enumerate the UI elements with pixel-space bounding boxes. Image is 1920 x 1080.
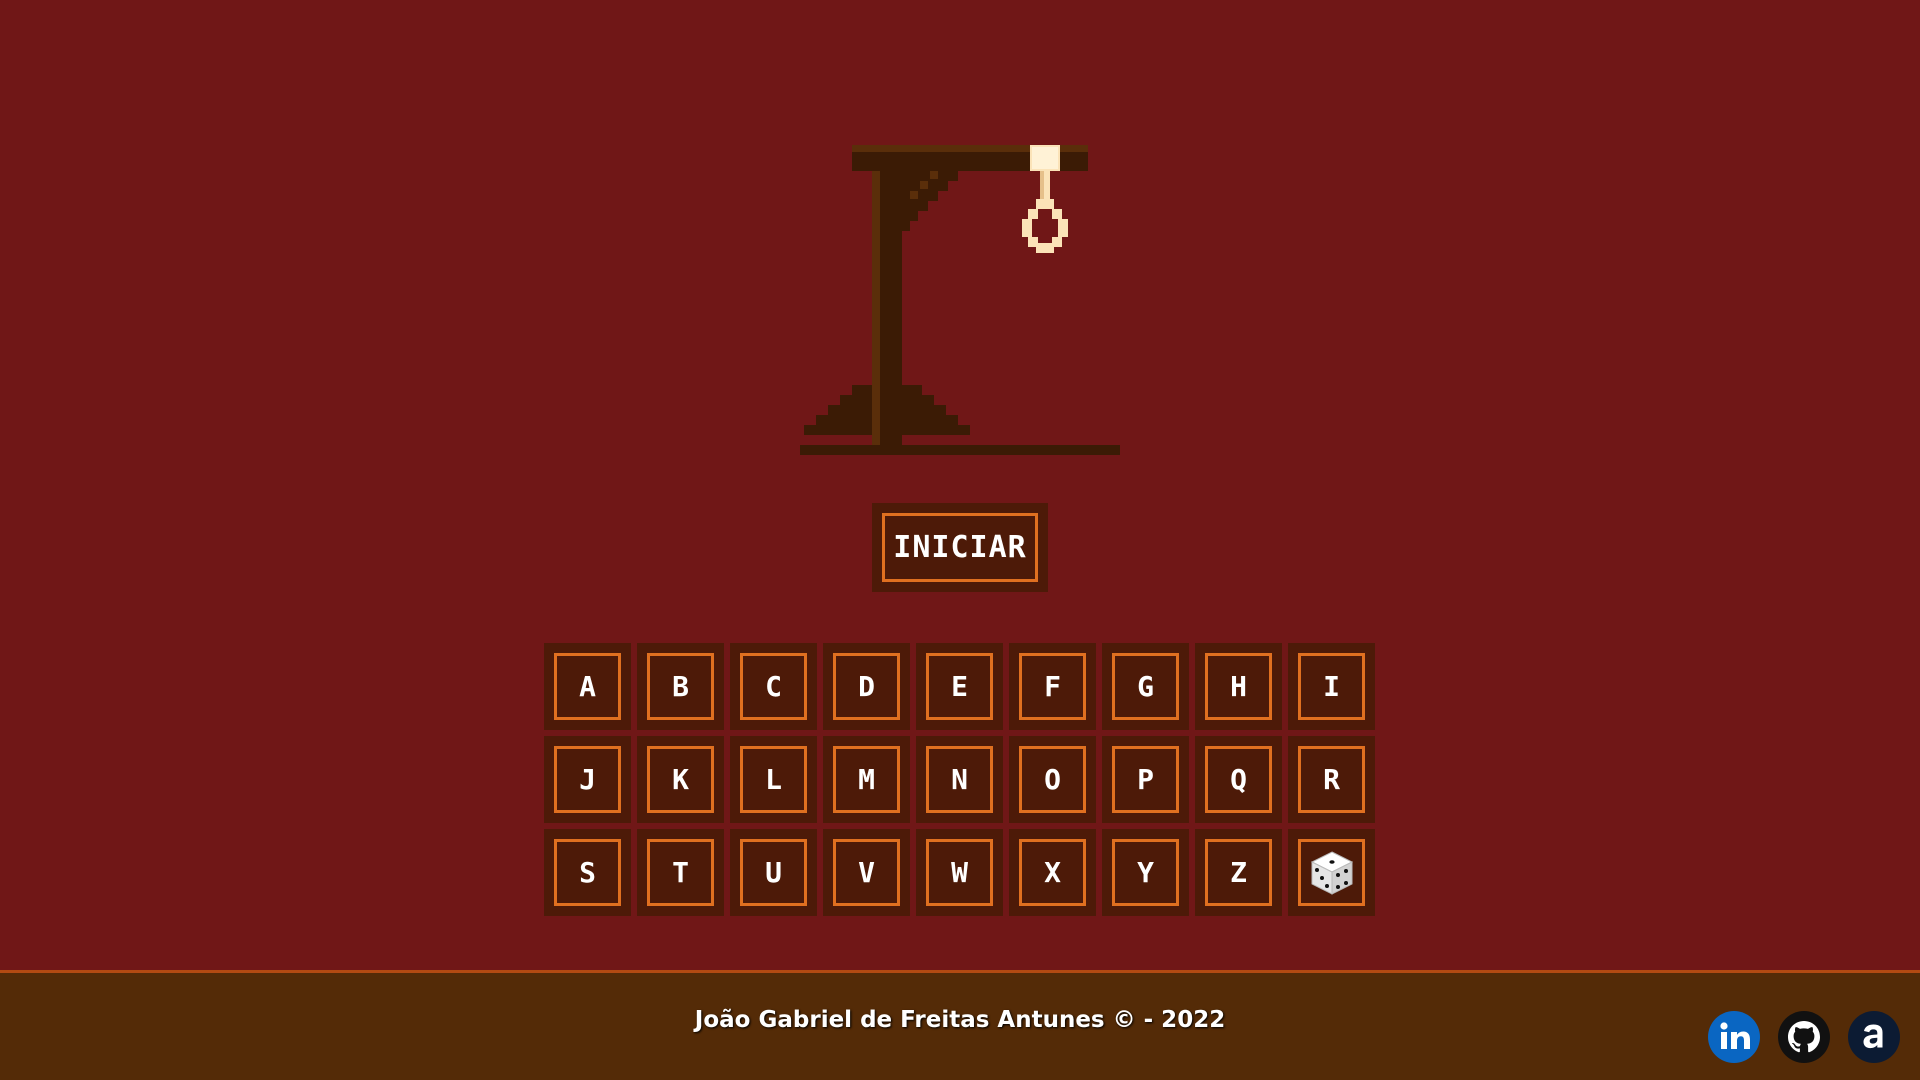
key-label: P <box>1112 746 1179 813</box>
key-label: B <box>647 653 714 720</box>
key-label: R <box>1298 746 1365 813</box>
key-p[interactable]: P <box>1102 736 1189 823</box>
random-letter-button[interactable] <box>1288 829 1375 916</box>
key-a[interactable]: A <box>544 643 631 730</box>
key-label: V <box>833 839 900 906</box>
key-label: H <box>1205 653 1272 720</box>
key-x[interactable]: X <box>1009 829 1096 916</box>
key-h[interactable]: H <box>1195 643 1282 730</box>
key-label: T <box>647 839 714 906</box>
key-f[interactable]: F <box>1009 643 1096 730</box>
key-label: D <box>833 653 900 720</box>
key-g[interactable]: G <box>1102 643 1189 730</box>
key-z[interactable]: Z <box>1195 829 1282 916</box>
github-icon <box>1778 1011 1830 1063</box>
key-q[interactable]: Q <box>1195 736 1282 823</box>
linkedin-icon <box>1708 1011 1760 1063</box>
key-label: L <box>740 746 807 813</box>
hangman-app: INICIAR A B C D E F G H I J K L M N O P … <box>0 0 1920 1080</box>
key-label: F <box>1019 653 1086 720</box>
amazon-link[interactable] <box>1848 1011 1900 1063</box>
key-label: X <box>1019 839 1086 906</box>
key-label: G <box>1112 653 1179 720</box>
key-r[interactable]: R <box>1288 736 1375 823</box>
key-label: E <box>926 653 993 720</box>
key-label: Y <box>1112 839 1179 906</box>
footer: João Gabriel de Freitas Antunes © - 2022 <box>0 970 1920 1080</box>
key-label: J <box>554 746 621 813</box>
key-k[interactable]: K <box>637 736 724 823</box>
dice-icon-frame <box>1298 839 1365 906</box>
key-j[interactable]: J <box>544 736 631 823</box>
dice-icon <box>1310 850 1353 895</box>
key-y[interactable]: Y <box>1102 829 1189 916</box>
key-l[interactable]: L <box>730 736 817 823</box>
key-w[interactable]: W <box>916 829 1003 916</box>
key-label: Z <box>1205 839 1272 906</box>
footer-credit: João Gabriel de Freitas Antunes © - 2022 <box>694 1007 1226 1033</box>
key-i[interactable]: I <box>1288 643 1375 730</box>
key-b[interactable]: B <box>637 643 724 730</box>
key-label: A <box>554 653 621 720</box>
start-button-label: INICIAR <box>882 513 1038 582</box>
key-e[interactable]: E <box>916 643 1003 730</box>
start-button[interactable]: INICIAR <box>872 503 1048 592</box>
key-label: C <box>740 653 807 720</box>
amazon-icon <box>1848 1011 1900 1063</box>
key-s[interactable]: S <box>544 829 631 916</box>
key-d[interactable]: D <box>823 643 910 730</box>
key-label: M <box>833 746 900 813</box>
key-label: S <box>554 839 621 906</box>
linkedin-link[interactable] <box>1708 1011 1760 1063</box>
key-label: W <box>926 839 993 906</box>
key-label: N <box>926 746 993 813</box>
key-o[interactable]: O <box>1009 736 1096 823</box>
key-v[interactable]: V <box>823 829 910 916</box>
key-c[interactable]: C <box>730 643 817 730</box>
letter-keyboard: A B C D E F G H I J K L M N O P Q R S T … <box>544 643 1378 916</box>
gallows-image <box>800 145 1120 455</box>
key-label: U <box>740 839 807 906</box>
key-label: O <box>1019 746 1086 813</box>
key-label: Q <box>1205 746 1272 813</box>
github-link[interactable] <box>1778 1011 1830 1063</box>
key-n[interactable]: N <box>916 736 1003 823</box>
key-u[interactable]: U <box>730 829 817 916</box>
key-t[interactable]: T <box>637 829 724 916</box>
key-m[interactable]: M <box>823 736 910 823</box>
key-label: I <box>1298 653 1365 720</box>
key-label: K <box>647 746 714 813</box>
